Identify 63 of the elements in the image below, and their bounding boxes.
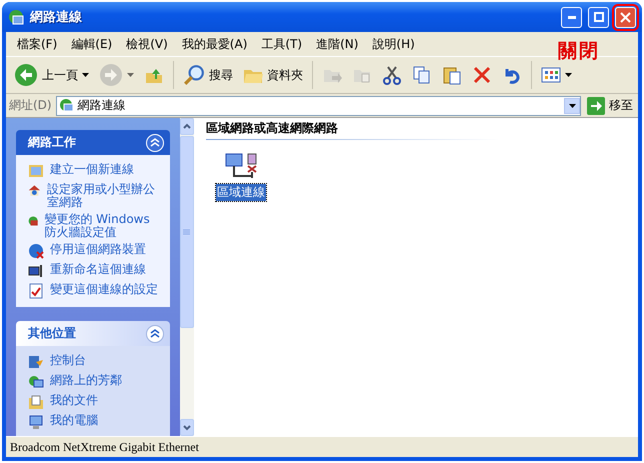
menu-item[interactable]: 檢視(V) [119, 34, 175, 54]
task-link[interactable]: 變更這個連線的設定 [50, 283, 158, 296]
task-link[interactable]: 我的電腦 [50, 414, 98, 427]
network-globe-icon [58, 98, 74, 113]
task-link[interactable]: 變更您的 Windows 防火牆設定值 [44, 213, 162, 239]
house-icon [28, 183, 41, 199]
scroll-thumb[interactable] [180, 136, 194, 328]
connection-label[interactable]: 區域連線 [216, 184, 266, 201]
dropdown-button[interactable] [564, 98, 580, 114]
task-link[interactable]: 設定家用或小型辦公室網路 [46, 183, 162, 209]
go-button[interactable]: 移至 [585, 96, 635, 114]
address-field[interactable]: 網路連線 [56, 96, 581, 116]
network-computers-icon [28, 374, 44, 390]
monitor-rename-icon [28, 263, 44, 279]
task-link[interactable]: 控制台 [50, 354, 86, 367]
maximize-icon [594, 12, 604, 22]
annotation-label: 關閉 [558, 39, 600, 64]
down-chevron-icon [182, 424, 191, 431]
menu-item[interactable]: 說明(H) [365, 34, 422, 54]
panel-title: 網路工作 [28, 134, 76, 151]
back-button[interactable]: 上一頁 [10, 61, 93, 89]
copy-icon [412, 65, 432, 85]
caret-icon [82, 73, 89, 77]
minimize-icon [568, 16, 576, 18]
scroll-down-button[interactable] [180, 419, 194, 436]
status-text: Broadcom NetXtreme Gigabit Ethernet [10, 440, 199, 454]
computer-icon [28, 414, 44, 430]
address-label: 網址(D) [9, 97, 52, 114]
menu-item[interactable]: 檔案(F) [10, 34, 64, 54]
network-globe-icon [8, 9, 24, 25]
folders-button[interactable]: 資料夾 [239, 63, 307, 87]
menu-item[interactable]: 我的最愛(A) [174, 34, 254, 54]
clipboard-icon [442, 65, 462, 85]
delete-x-icon [472, 65, 492, 85]
minimize-button[interactable] [561, 6, 582, 28]
menu-item[interactable]: 進階(N) [309, 34, 366, 54]
task-link[interactable]: 建立一個新連線 [50, 163, 134, 176]
window-title: 網路連線 [30, 9, 83, 26]
dropdown-caret-icon [568, 104, 576, 108]
search-button[interactable]: 搜尋 [179, 62, 237, 88]
scrollbar[interactable] [180, 118, 194, 436]
scissors-icon [382, 65, 402, 85]
task-link[interactable]: 重新命名這個連線 [50, 263, 146, 276]
view-grid-icon [541, 65, 561, 85]
magnifier-icon [183, 64, 205, 86]
group-header: 區域網路或高速網際網路 [206, 120, 626, 140]
collapse-button[interactable] [146, 324, 164, 342]
collapse-chevron-icon [150, 137, 160, 148]
maximize-button[interactable] [588, 6, 609, 28]
document-folder-icon [28, 394, 44, 410]
document-check-icon [28, 283, 44, 299]
caret-icon [565, 73, 572, 77]
up-chevron-icon [182, 123, 191, 130]
task-link[interactable]: 網路上的芳鄰 [50, 374, 122, 387]
menu-item[interactable]: 工具(T) [254, 34, 310, 54]
collapse-chevron-icon [150, 328, 160, 339]
scroll-up-button[interactable] [180, 118, 194, 135]
caret-icon [127, 73, 134, 77]
menu-item[interactable]: 編輯(E) [64, 34, 120, 54]
close-icon [620, 12, 631, 22]
task-link[interactable]: 停用這個網路裝置 [50, 243, 146, 256]
panel-title: 其他位置 [28, 325, 76, 342]
task-link[interactable]: 我的文件 [50, 394, 98, 407]
